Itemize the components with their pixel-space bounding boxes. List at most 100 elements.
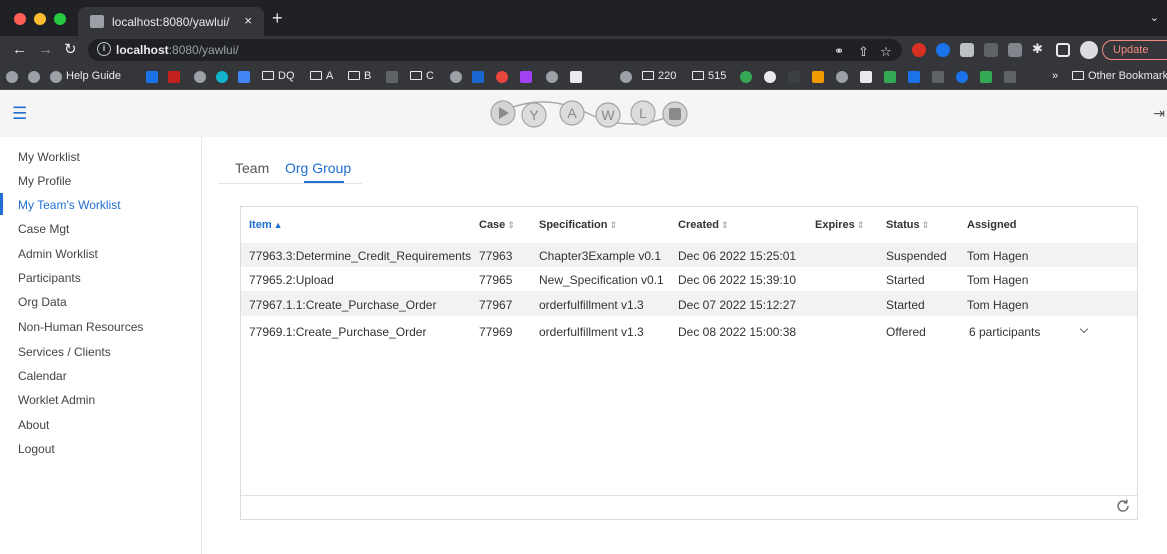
cell-case: 77965 — [479, 273, 513, 287]
column-header-item-label: Item — [249, 219, 272, 231]
cell-case: 77963 — [479, 249, 513, 263]
other-bookmarks[interactable]: Other Bookmarks — [1072, 70, 1167, 82]
extension-red-icon[interactable] — [912, 43, 926, 57]
bookmark-orange-icon[interactable] — [812, 71, 824, 83]
extension-blue-icon[interactable] — [936, 43, 950, 57]
maximize-window-button[interactable] — [54, 13, 66, 25]
globe-icon — [50, 71, 62, 83]
page-favicon-icon — [90, 15, 104, 28]
bookmark-purple-icon[interactable] — [520, 71, 532, 83]
bookmark-g-icon[interactable] — [764, 71, 776, 83]
back-arrow-icon[interactable]: ← — [12, 41, 27, 59]
participants-dropdown[interactable]: 6 participants — [969, 325, 1040, 339]
bookmark-folder-515[interactable]: 515 — [692, 70, 726, 82]
column-header-created[interactable]: Created ⇕ — [678, 219, 729, 231]
extensions-puzzle-icon[interactable]: ✱ — [1032, 41, 1043, 57]
bookmark-trello-icon[interactable] — [146, 71, 158, 83]
bookmark-s-icon[interactable] — [216, 71, 228, 83]
bookmark-dark-icon[interactable] — [788, 71, 800, 83]
bookmark-green-icon[interactable] — [740, 71, 752, 83]
close-window-button[interactable] — [14, 13, 26, 25]
tab-close-icon[interactable]: × — [244, 13, 252, 28]
sidebar-item-logout[interactable]: Logout — [0, 437, 201, 459]
minimize-window-button[interactable] — [34, 13, 46, 25]
extension-grey-icon[interactable] — [984, 43, 998, 57]
site-info-icon[interactable]: i — [97, 42, 111, 56]
sidebar-item-my-profile[interactable]: My Profile — [0, 169, 201, 191]
bookmarks-overflow-button[interactable]: » — [1052, 70, 1058, 82]
bookmark-globe-icon[interactable] — [546, 71, 558, 83]
extension-bracket-icon[interactable] — [1008, 43, 1022, 57]
bookmark-globe-icon[interactable] — [450, 71, 462, 83]
bookmark-globe-icon[interactable] — [620, 71, 632, 83]
bookmark-m-icon[interactable] — [860, 71, 872, 83]
bookmark-folder-220[interactable]: 220 — [642, 70, 676, 82]
forward-arrow-icon[interactable]: → — [38, 41, 53, 59]
share-icon[interactable]: ⇧ — [858, 44, 869, 60]
sidepanel-icon[interactable] — [1056, 43, 1070, 57]
bookmark-globe-icon[interactable] — [194, 71, 206, 83]
collapse-arrow-icon[interactable]: ⇥ — [1153, 105, 1165, 122]
sidebar-item-non-human-resources[interactable]: Non-Human Resources — [0, 315, 201, 337]
update-button[interactable]: Update — [1102, 40, 1167, 60]
column-header-status[interactable]: Status ⇕ — [886, 219, 929, 231]
browser-tab[interactable]: localhost:8080/yawlui/ × — [78, 7, 264, 36]
bookmark-folder-a-label: A — [326, 70, 334, 82]
bookmark-out-icon[interactable] — [1004, 71, 1016, 83]
bookmark-globe-icon[interactable] — [836, 71, 848, 83]
column-header-assigned[interactable]: Assigned — [967, 219, 1017, 231]
refresh-icon[interactable] — [1115, 498, 1131, 514]
tab-team[interactable]: Team — [235, 160, 269, 176]
folder-icon — [410, 71, 422, 80]
column-header-case[interactable]: Case ⇕ — [479, 219, 515, 231]
bookmark-blue-icon[interactable] — [908, 71, 920, 83]
reload-icon[interactable]: ↻ — [64, 41, 77, 59]
bookmark-folder-b[interactable]: B — [348, 70, 371, 82]
hamburger-menu-icon[interactable]: ☰ — [12, 105, 27, 122]
bookmark-white-icon[interactable] — [570, 71, 582, 83]
table-row[interactable]: 77967.1.1:Create_Purchase_Order 77967 or… — [241, 291, 1137, 316]
new-tab-button[interactable]: + — [272, 8, 283, 29]
bookmark-os-icon[interactable] — [472, 71, 484, 83]
sidebar-item-my-worklist[interactable]: My Worklist — [0, 145, 201, 167]
bookmark-help-guide[interactable]: Help Guide — [66, 70, 121, 82]
sidebar-item-participants[interactable]: Participants — [0, 266, 201, 288]
address-bar[interactable]: i localhost:8080/yawlui/ ⚭ ⇧ ☆ — [88, 39, 902, 61]
globe-icon[interactable] — [28, 71, 40, 83]
table-row[interactable]: 77963.3:Determine_Credit_Requirements 77… — [241, 243, 1137, 267]
profile-avatar[interactable] — [1080, 41, 1098, 59]
tab-org-group[interactable]: Org Group — [285, 160, 351, 176]
sidebar-item-my-teams-worklist[interactable]: My Team's Worklist — [0, 193, 201, 215]
bookmark-android-icon[interactable] — [884, 71, 896, 83]
sidebar-item-admin-worklist[interactable]: Admin Worklist — [0, 242, 201, 264]
bookmark-star-icon[interactable]: ☆ — [880, 44, 892, 60]
column-header-item[interactable]: Item ▲ — [249, 219, 283, 231]
folder-icon — [348, 71, 360, 80]
bookmark-wheel-icon[interactable] — [956, 71, 968, 83]
bookmark-z-icon[interactable] — [932, 71, 944, 83]
bookmark-red-icon[interactable] — [168, 71, 180, 83]
bookmark-blue-icon[interactable] — [238, 71, 250, 83]
sidebar-item-services-clients[interactable]: Services / Clients — [0, 340, 201, 362]
apple-icon[interactable] — [6, 71, 18, 83]
tab-search-chevron-icon[interactable]: ⌄ — [1150, 11, 1159, 24]
chevron-down-icon[interactable] — [1079, 324, 1089, 334]
cell-item: 77965.2:Upload — [249, 273, 334, 287]
bookmark-folder-a[interactable]: A — [310, 70, 333, 82]
bookmark-green-icon[interactable] — [980, 71, 992, 83]
sidebar-item-case-mgt[interactable]: Case Mgt — [0, 217, 201, 239]
extension-ship-icon[interactable] — [960, 43, 974, 57]
sidebar-item-worklet-admin[interactable]: Worklet Admin — [0, 388, 201, 410]
sidebar-item-org-data[interactable]: Org Data — [0, 290, 201, 312]
column-header-expires[interactable]: Expires ⇕ — [815, 219, 864, 231]
column-header-specification[interactable]: Specification ⇕ — [539, 219, 617, 231]
key-icon[interactable]: ⚭ — [834, 44, 844, 58]
bookmark-folder-dq[interactable]: DQ — [262, 70, 295, 82]
bookmark-grey-icon[interactable] — [386, 71, 398, 83]
table-row[interactable]: 77965.2:Upload 77965 New_Specification v… — [241, 267, 1137, 291]
bookmark-g-icon[interactable] — [496, 71, 508, 83]
sidebar-item-about[interactable]: About — [0, 413, 201, 435]
bookmark-folder-c[interactable]: C — [410, 70, 434, 82]
table-row[interactable]: 77969.1:Create_Purchase_Order 77969 orde… — [241, 316, 1137, 346]
sidebar-item-calendar[interactable]: Calendar — [0, 364, 201, 386]
